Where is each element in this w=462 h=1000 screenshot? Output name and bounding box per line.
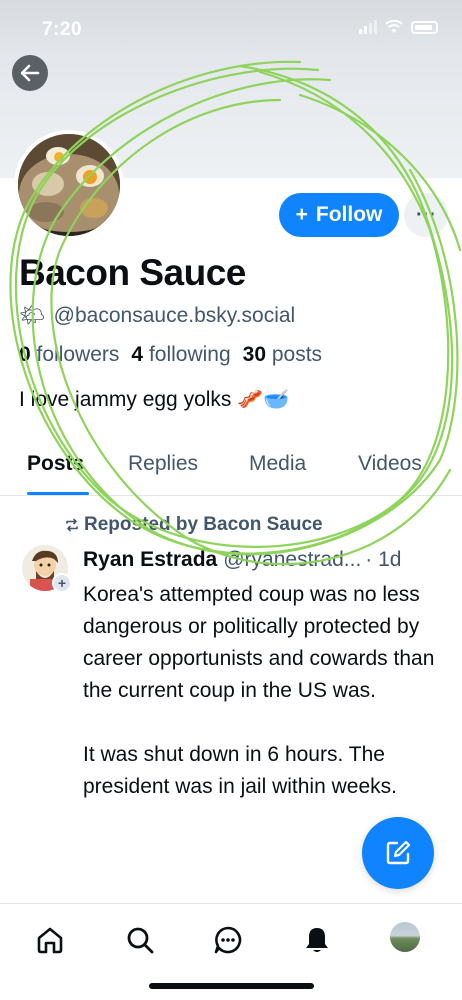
nav-chat[interactable] [210,922,246,958]
follow-label: Follow [315,203,383,226]
follow-button[interactable]: + Follow [279,193,399,237]
repost-indicator[interactable]: Reposted by Bacon Sauce [64,514,323,536]
food-avatar-image [18,134,120,236]
posts-stat: 30 posts [242,343,323,366]
post-paragraph: Korea's attempted coup was no less dange… [83,583,435,702]
nav-notifications[interactable] [299,922,335,958]
ellipsis-icon: ··· [416,203,436,226]
battery-icon [411,20,438,34]
sun-emoji-icon: 🌤 [19,304,46,327]
tab-posts[interactable]: Posts [27,452,84,476]
bell-icon [306,928,328,952]
post-author-name[interactable]: Ryan Estrada [83,548,217,572]
post-timestamp: · 1d [365,548,402,571]
search-icon [127,927,154,954]
followers-stat[interactable]: 0 followers [19,343,119,367]
compose-button[interactable] [362,817,434,889]
tab-replies[interactable]: Replies [128,452,198,476]
post-meta: Ryan Estrada @ryanestrad... · 1d [83,548,445,572]
plus-icon: + [295,203,308,226]
nav-search[interactable] [122,922,158,958]
profile-stats: 0 followers 4 following 30 posts [19,343,322,367]
status-bar: 7:20 [0,0,462,60]
nav-home[interactable] [32,922,68,958]
profile-handle[interactable]: @baconsauce.bsky.social [54,304,296,328]
back-button[interactable] [12,55,48,91]
status-icons [359,20,438,34]
home-indicator [149,983,314,989]
home-icon [37,927,63,954]
tab-media[interactable]: Media [249,452,306,476]
compose-icon [386,840,411,865]
follow-author-badge[interactable]: + [52,573,72,593]
tab-videos[interactable]: Videos [358,452,422,476]
post-author-handle[interactable]: @ryanestrad... [223,548,361,572]
active-tab-indicator [27,492,89,495]
handle-row: 🌤 @baconsauce.bsky.social [19,304,295,328]
signal-icon [359,20,377,34]
wifi-icon [385,20,403,33]
profile-tabs: Posts Replies Media Videos [0,438,462,496]
status-time: 7:20 [42,19,83,40]
chat-icon [214,926,242,954]
profile-bio: I love jammy egg yolks 🥓🥣 [19,388,290,411]
profile-avatar[interactable] [14,130,124,240]
following-stat[interactable]: 4 following [131,343,230,367]
nav-profile-avatar[interactable] [390,922,420,952]
repost-icon [66,518,78,532]
post-body[interactable]: Korea's attempted coup was no less dange… [83,579,453,835]
back-arrow-icon [20,64,40,82]
display-name: Bacon Sauce [19,252,246,293]
post-paragraph: It was shut down in 6 hours. The preside… [83,743,397,798]
repost-label: Reposted by Bacon Sauce [84,514,323,535]
more-options-button[interactable]: ··· [404,193,448,237]
